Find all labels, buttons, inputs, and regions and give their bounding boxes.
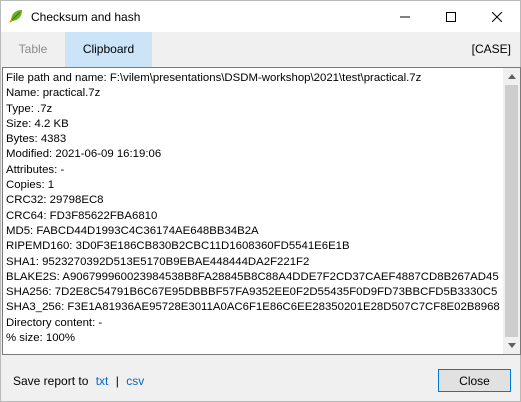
report-line: MD5: FABCD44D1993C4C36174AE648BB34B2A xyxy=(6,224,259,237)
app-leaf-icon xyxy=(9,9,23,23)
maximize-button[interactable] xyxy=(428,1,474,32)
minimize-icon xyxy=(400,16,410,17)
save-report-row: Save report to txt | csv xyxy=(13,374,144,388)
report-line: BLAKE2S: A906799960023984538B8FA28845B8C… xyxy=(6,270,499,283)
title-bar[interactable]: Checksum and hash xyxy=(1,1,520,32)
report-line: Directory content: - xyxy=(6,316,103,329)
report-line: CRC32: 29798EC8 xyxy=(6,194,104,207)
vertical-scrollbar[interactable] xyxy=(503,68,520,354)
report-line: Size: 4.2 KB xyxy=(6,117,69,130)
scroll-up-button[interactable] xyxy=(503,68,520,85)
report-line: % size: 100% xyxy=(6,332,76,345)
report-line: Copies: 1 xyxy=(6,179,55,192)
report-line: SHA1: 9523270392D513E5170B9EBAE448444DA2… xyxy=(6,255,310,268)
report-line: Name: practical.7z xyxy=(6,87,101,100)
report-line: CRC64: FD3F85622FBA6810 xyxy=(6,209,158,222)
report-line: Type: .7z xyxy=(6,102,53,115)
save-txt-link[interactable]: txt xyxy=(96,374,109,388)
minimize-button[interactable] xyxy=(382,1,428,32)
report-line: Bytes: 4383 xyxy=(6,133,67,146)
report-line: RIPEMD160: 3D0F3E186CB830B2CBC11D1608360… xyxy=(6,240,350,253)
tab-clipboard[interactable]: Clipboard xyxy=(65,32,152,67)
chevron-down-icon xyxy=(507,343,516,348)
window-close-button[interactable] xyxy=(474,1,520,32)
tab-bar: Table Clipboard [CASE] xyxy=(1,32,520,67)
scrollbar-thumb[interactable] xyxy=(505,85,518,337)
close-icon xyxy=(492,11,502,22)
report-text-box[interactable]: File path and name: F:\vilem\presentatio… xyxy=(2,67,521,355)
report-line: SHA256: 7D2E8C54791B6C67E95DBBBF57FA9352… xyxy=(6,286,498,299)
report-line: Modified: 2021-06-09 16:19:06 xyxy=(6,148,162,161)
report-line: Attributes: - xyxy=(6,163,65,176)
window-title: Checksum and hash xyxy=(31,10,141,24)
tab-table[interactable]: Table xyxy=(1,32,65,67)
link-separator: | xyxy=(115,374,119,388)
footer: Save report to txt | csv Close xyxy=(1,356,520,402)
checksum-window: Checksum and hash Table Clipboard [CASE]… xyxy=(0,0,521,402)
report-line: File path and name: F:\vilem\presentatio… xyxy=(6,72,422,84)
maximize-icon xyxy=(446,11,456,22)
scroll-down-button[interactable] xyxy=(503,337,520,354)
save-csv-link[interactable]: csv xyxy=(126,374,144,388)
chevron-up-icon xyxy=(507,74,516,79)
report-text[interactable]: File path and name: F:\vilem\presentatio… xyxy=(6,71,502,353)
case-toggle[interactable]: [CASE] xyxy=(472,32,511,67)
save-report-label: Save report to xyxy=(13,374,89,388)
close-button[interactable]: Close xyxy=(438,369,511,392)
report-line: SHA3_256: F3E1A81936AE95728E3011A0AC6F1E… xyxy=(6,301,500,314)
